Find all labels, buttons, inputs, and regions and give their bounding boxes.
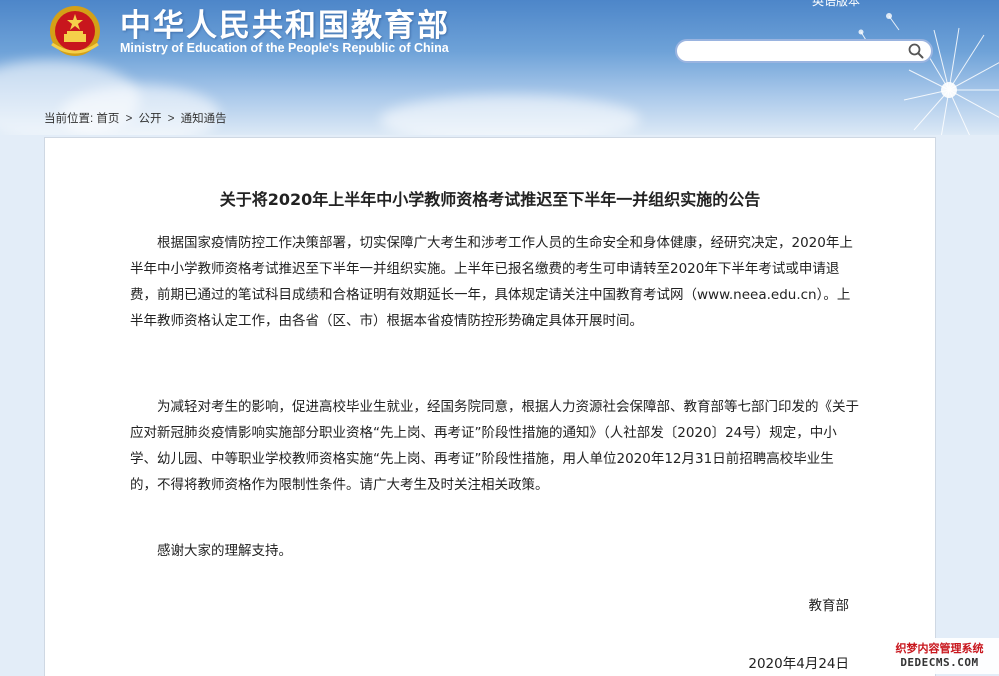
dandelion-decoration	[858, 13, 999, 135]
article-paragraph: 为减轻对考生的影响，促进高校毕业生就业，经国务院同意，根据人力资源社会保障部、教…	[130, 399, 859, 493]
search-input[interactable]	[687, 43, 901, 61]
article-container: 关于将2020年上半年中小学教师资格考试推迟至下半年一并组织实施的公告 根据国家…	[44, 137, 936, 676]
search-box	[675, 39, 933, 63]
breadcrumb-separator: >	[167, 113, 175, 125]
breadcrumb-notices-link[interactable]: 通知通告	[181, 113, 227, 125]
article-title: 关于将2020年上半年中小学教师资格考试推迟至下半年一并组织实施的公告	[219, 190, 761, 209]
breadcrumb: 当前位置: 首页 > 公开 > 通知通告	[44, 110, 227, 126]
article-paragraph: 根据国家疫情防控工作决策部署，切实保障广大考生和涉考工作人员的生命安全和身体健康…	[130, 235, 853, 329]
cloud-decoration	[380, 95, 640, 135]
site-title-en: Ministry of Education of the People's Re…	[120, 41, 449, 55]
breadcrumb-home-link[interactable]: 首页	[96, 113, 119, 125]
watermark: 织梦内容管理系统 DEDECMS.COM	[880, 638, 999, 674]
article-signature: 教育部	[808, 598, 850, 614]
national-emblem-icon	[50, 6, 100, 56]
search-icon[interactable]	[907, 42, 925, 60]
english-version-link[interactable]: 英语版本	[812, 0, 860, 9]
article-date: 2020年4月24日	[748, 656, 849, 672]
breadcrumb-public-link[interactable]: 公开	[139, 113, 162, 125]
page: 中华人民共和国教育部 Ministry of Education of the …	[0, 0, 999, 676]
watermark-line2: DEDECMS.COM	[900, 656, 979, 669]
breadcrumb-separator: >	[125, 113, 133, 125]
site-title-cn: 中华人民共和国教育部	[120, 8, 450, 44]
article-paragraph: 感谢大家的理解支持。	[157, 543, 292, 559]
breadcrumb-prefix: 当前位置:	[44, 113, 94, 125]
watermark-line1: 织梦内容管理系统	[895, 642, 984, 655]
